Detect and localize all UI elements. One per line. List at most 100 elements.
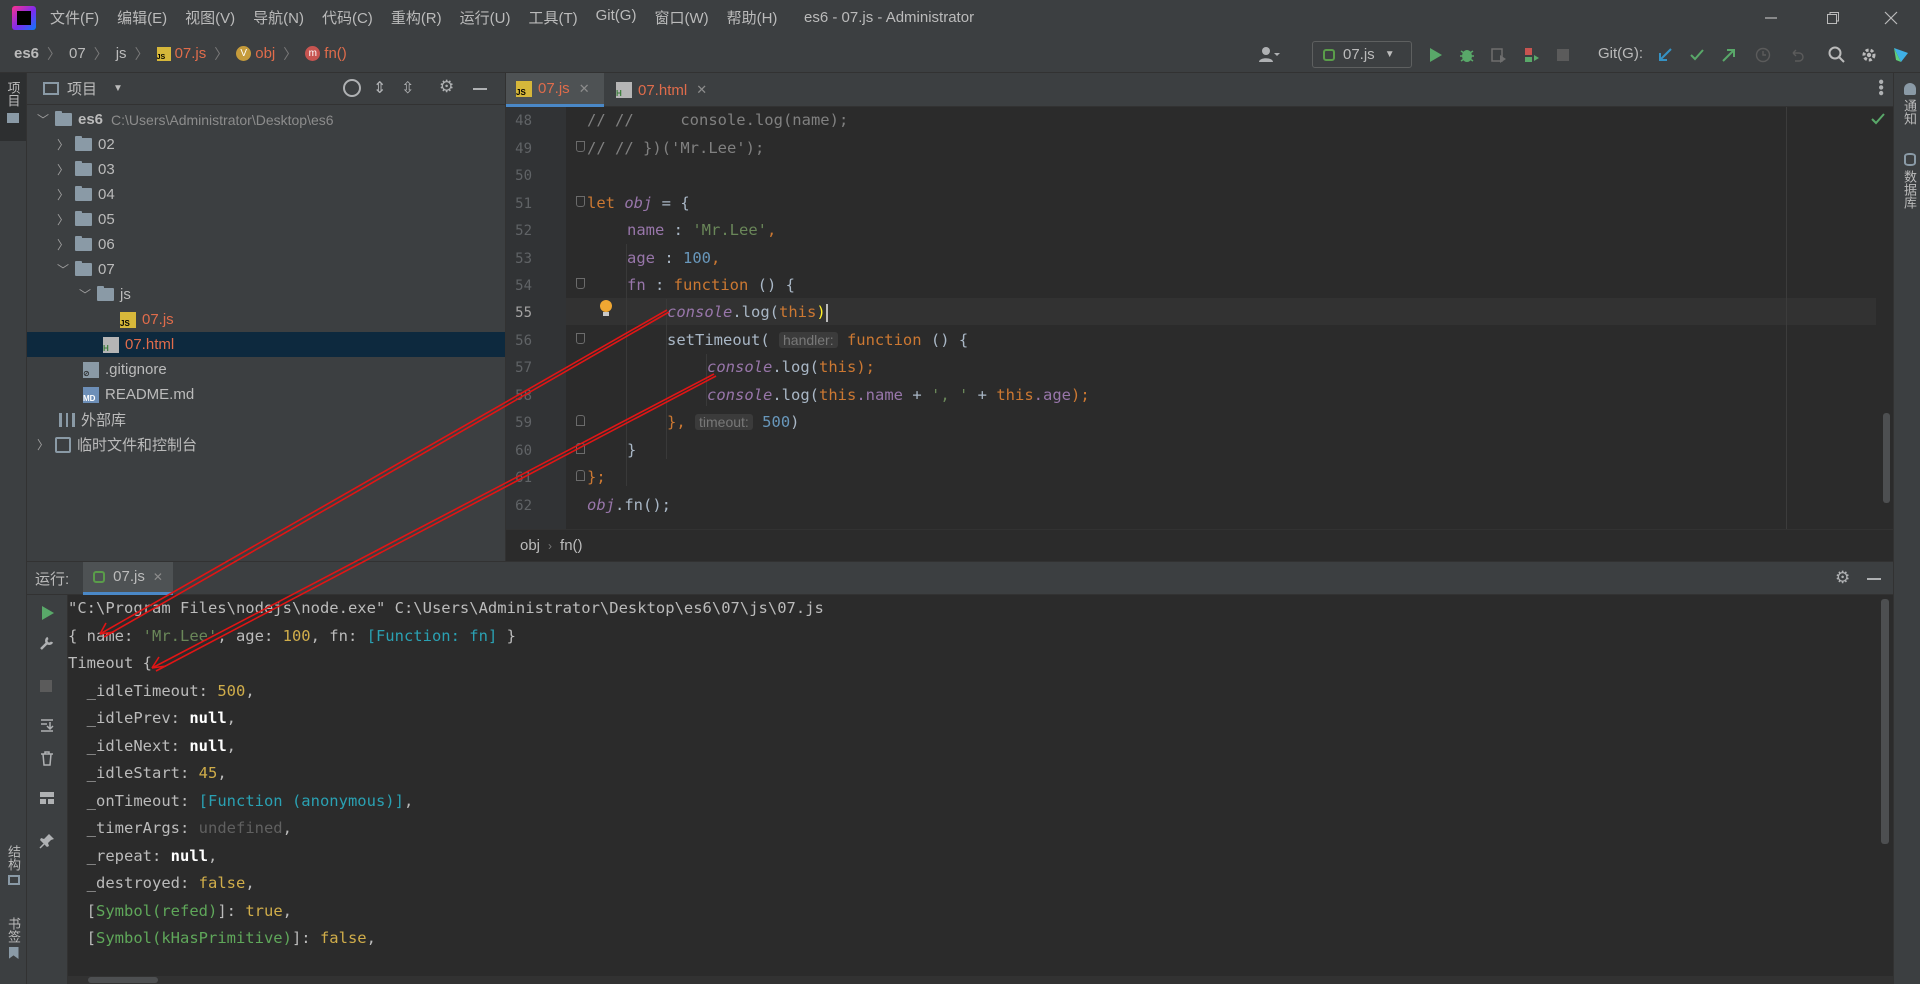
hide-panel-icon[interactable]: [473, 88, 487, 90]
menu-window[interactable]: 窗口(W): [654, 7, 708, 28]
menu-help[interactable]: 帮助(H): [727, 7, 778, 28]
clear-console-button[interactable]: [39, 750, 55, 766]
coverage-button[interactable]: [1488, 44, 1510, 66]
tree-folder-02[interactable]: 〉 02: [27, 132, 505, 157]
console-output[interactable]: "C:\Program Files\nodejs\node.exe" C:\Us…: [68, 595, 1893, 984]
tree-folder-js[interactable]: ﹀ js: [27, 282, 505, 307]
menu-run[interactable]: 运行(U): [460, 7, 511, 28]
git-update-button[interactable]: [1654, 44, 1676, 66]
line-number: 56: [515, 333, 532, 349]
line-number: 49: [515, 141, 532, 157]
code-editor[interactable]: 48 49 50 51 52 53 54 55 56 57 58 59 60 6…: [506, 107, 1893, 529]
git-rollback-button[interactable]: [1786, 44, 1808, 66]
tree-folder-04[interactable]: 〉 04: [27, 182, 505, 207]
fold-marker-icon[interactable]: [576, 443, 585, 454]
crumb-obj[interactable]: obj: [255, 45, 275, 62]
menu-edit[interactable]: 编辑(E): [117, 7, 167, 28]
project-panel-title[interactable]: 项目: [67, 78, 97, 99]
notifications-tool-label: 通知: [1902, 99, 1917, 125]
tree-file-07html[interactable]: H 07.html: [27, 332, 505, 357]
menu-view[interactable]: 视图(V): [185, 7, 235, 28]
minimize-button[interactable]: [1746, 0, 1796, 35]
scratch-icon: [55, 436, 71, 453]
line-number: 48: [515, 113, 532, 129]
gear-icon[interactable]: ⚙: [439, 77, 454, 97]
restore-button[interactable]: [1808, 0, 1858, 35]
console-scrollbar[interactable]: [1881, 599, 1889, 844]
notifications-tool-button[interactable]: 通知: [1900, 83, 1919, 125]
search-everywhere-button[interactable]: [1826, 44, 1848, 66]
tree-file-gitignore[interactable]: ⊘ .gitignore: [27, 357, 505, 382]
hide-panel-icon[interactable]: [1867, 578, 1881, 580]
user-icon[interactable]: [1258, 44, 1280, 66]
jetbrains-ai-button[interactable]: [1890, 44, 1912, 66]
tree-folder-03[interactable]: 〉 03: [27, 157, 505, 182]
crumb-07[interactable]: 07: [69, 45, 86, 62]
tree-file-readme[interactable]: MD README.md: [27, 382, 505, 407]
lightbulb-icon[interactable]: [598, 299, 614, 319]
menu-file[interactable]: 文件(F): [50, 7, 99, 28]
crumb-es6[interactable]: es6: [14, 45, 39, 62]
menu-git[interactable]: Git(G): [596, 7, 637, 28]
structure-tool-button[interactable]: 结构: [4, 845, 23, 885]
fold-marker-icon[interactable]: [576, 415, 585, 426]
gear-icon[interactable]: ⚙: [1835, 568, 1850, 588]
chevron-down-icon[interactable]: ▼: [113, 83, 123, 94]
git-commit-button[interactable]: [1686, 44, 1708, 66]
fold-marker-icon[interactable]: [576, 196, 585, 207]
edit-config-button[interactable]: [39, 635, 55, 651]
crumb-fn[interactable]: fn(): [560, 537, 583, 554]
tab-07html[interactable]: H 07.html ✕: [606, 73, 718, 107]
tree-scratches[interactable]: 〉 临时文件和控制台: [27, 432, 505, 457]
tree-folder-06[interactable]: 〉 06: [27, 232, 505, 257]
tree-external-libraries[interactable]: 外部库: [27, 407, 505, 432]
run-button[interactable]: [1424, 44, 1446, 66]
crumb-obj[interactable]: obj: [520, 537, 540, 554]
stop-button[interactable]: [1552, 44, 1574, 66]
console-horizontal-scrollbar[interactable]: [68, 976, 1893, 984]
crumb-js[interactable]: js: [116, 45, 127, 62]
fold-marker-icon[interactable]: [576, 470, 585, 481]
more-options-icon[interactable]: •••: [1872, 79, 1889, 96]
fold-marker-icon[interactable]: [576, 333, 585, 344]
project-tool-button[interactable]: 项目: [0, 73, 26, 141]
close-tab-icon[interactable]: ✕: [696, 82, 707, 98]
tree-folder-05[interactable]: 〉 05: [27, 207, 505, 232]
crumb-fn[interactable]: fn(): [324, 45, 347, 62]
profile-button[interactable]: [1520, 44, 1542, 66]
stop-button[interactable]: [39, 679, 53, 693]
chevron-down-icon: ﹀: [36, 113, 49, 127]
settings-button[interactable]: [1858, 44, 1880, 66]
close-tab-icon[interactable]: ✕: [153, 570, 163, 584]
expand-all-icon[interactable]: ⇕: [373, 78, 386, 98]
menu-refactor[interactable]: 重构(R): [391, 7, 442, 28]
menu-tools[interactable]: 工具(T): [528, 7, 577, 28]
menu-code[interactable]: 代码(C): [322, 7, 373, 28]
scroll-to-end-button[interactable]: [39, 717, 55, 733]
editor-scrollbar[interactable]: [1883, 413, 1890, 503]
git-history-button[interactable]: [1752, 44, 1774, 66]
pin-tab-button[interactable]: [39, 833, 55, 849]
code-line-60: }: [627, 441, 637, 459]
bookmarks-tool-button[interactable]: 书签: [4, 917, 23, 959]
run-configuration-select[interactable]: 07.js ▼: [1312, 41, 1412, 68]
layout-button[interactable]: [39, 791, 55, 805]
close-window-button[interactable]: [1866, 0, 1916, 35]
tree-file-07js[interactable]: JS 07.js: [27, 307, 505, 332]
fold-marker-icon[interactable]: [576, 141, 585, 152]
git-push-button[interactable]: [1718, 44, 1740, 66]
debug-button[interactable]: [1456, 44, 1478, 66]
collapse-all-icon[interactable]: ⇳: [401, 78, 414, 98]
tab-07js[interactable]: JS 07.js ✕: [506, 73, 604, 107]
fold-marker-icon[interactable]: [576, 278, 585, 289]
database-tool-button[interactable]: 数据库: [1900, 153, 1919, 209]
tree-root-es6[interactable]: ﹀ es6 C:\Users\Administrator\Desktop\es6: [27, 107, 505, 132]
menu-navigate[interactable]: 导航(N): [253, 7, 304, 28]
library-icon: [59, 412, 75, 427]
run-tab-07js[interactable]: 07.js ✕: [83, 561, 173, 595]
rerun-button[interactable]: [39, 605, 55, 621]
locate-icon[interactable]: [343, 79, 361, 97]
close-tab-icon[interactable]: ✕: [579, 81, 590, 97]
crumb-07js[interactable]: 07.js: [175, 45, 207, 62]
tree-folder-07[interactable]: ﹀ 07: [27, 257, 505, 282]
